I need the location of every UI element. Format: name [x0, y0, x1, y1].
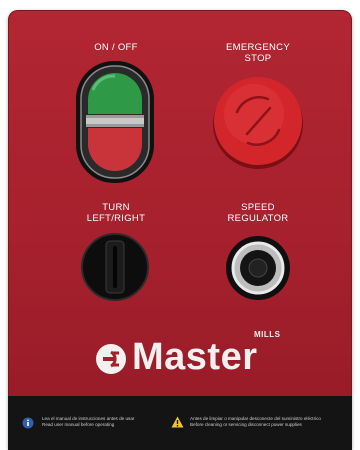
info-icon [22, 417, 34, 429]
speed-dial-center [248, 258, 268, 278]
knob-grip [113, 246, 117, 288]
power-plug-logo-icon [96, 344, 126, 374]
emergency-stop-button[interactable] [210, 74, 306, 170]
emergency-stop-label: EMERGENCY STOP [226, 42, 290, 64]
footer-note-right: Antes de limpiar o manipular desconecte … [190, 416, 321, 427]
brand-sub: MILLS [254, 330, 281, 339]
footer-note-left: Lea el manual de instrucciones antes de … [42, 416, 135, 427]
turn-selector-knob[interactable] [80, 232, 150, 302]
speed-label: SPEED REGULATOR [227, 202, 289, 224]
brand-name: Master [132, 336, 258, 378]
warning-icon [171, 416, 184, 428]
speed-regulator-knob[interactable] [224, 234, 292, 302]
on-off-switch[interactable] [75, 60, 155, 184]
safety-footer: Lea el manual de instrucciones antes de … [8, 396, 352, 450]
on-off-label: ON / OFF [94, 42, 138, 53]
indicator-lamp-shine [86, 118, 144, 124]
turn-label: TURN LEFT/RIGHT [86, 202, 146, 224]
brand-logo: Master MILLS [94, 330, 294, 380]
